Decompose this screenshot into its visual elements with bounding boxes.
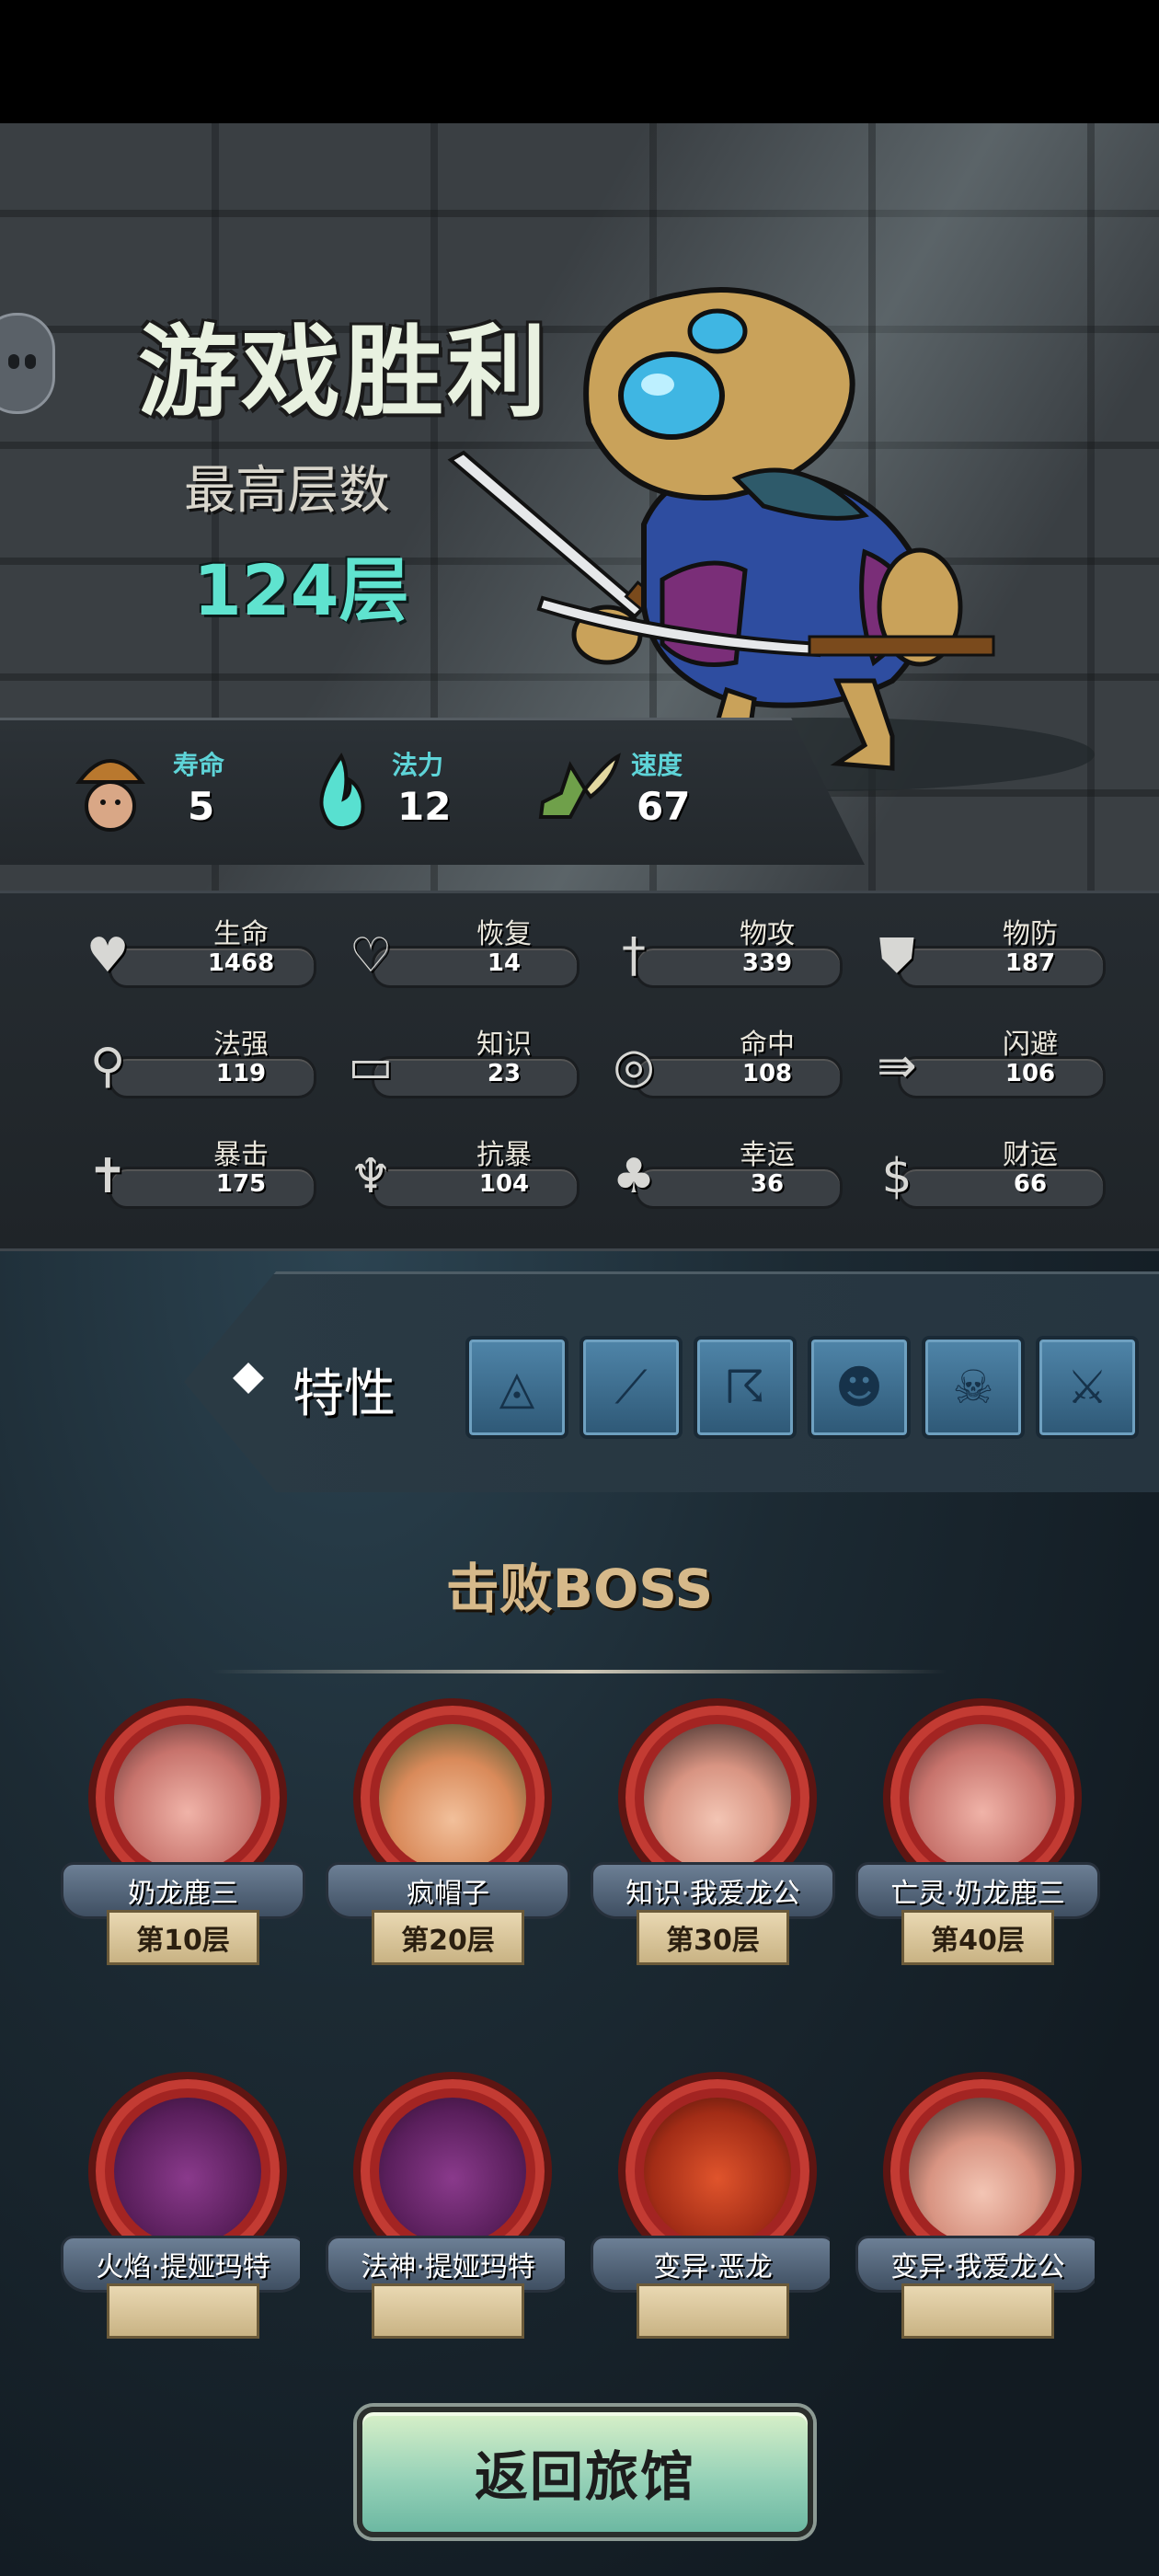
shell-shield-icon: ♆ <box>349 1149 393 1204</box>
stat-value: 119 <box>215 1060 267 1087</box>
boss-card[interactable]: 变异·恶龙 <box>591 2072 830 2339</box>
clover-icon: ♣ <box>612 1149 656 1204</box>
boss-card[interactable]: 亡灵·奶龙鹿三 第40层 <box>855 1698 1100 2039</box>
dodge-arrows-icon: ⇛ <box>877 1039 917 1094</box>
stat-label: 物防 <box>1003 918 1058 950</box>
mushroom-head-icon <box>75 759 145 832</box>
boss-portrait <box>909 1724 1056 1871</box>
boss-floor <box>901 2283 1054 2339</box>
max-floor-label: 最高层数 <box>184 461 390 521</box>
boss-card[interactable]: 火焰·提娅玛特 <box>61 2072 300 2339</box>
stat-label: 命中 <box>740 1029 795 1061</box>
rune-icon[interactable]: ◬ <box>465 1336 568 1439</box>
blade-icon[interactable]: ⟋ <box>580 1336 683 1439</box>
stat-hp: ♥ 生命 1468 <box>75 913 316 988</box>
stat-physical-attack: † 物攻 339 <box>602 913 843 988</box>
boss-portrait <box>909 2098 1056 2245</box>
heart-icon: ♥ <box>86 928 130 983</box>
speed-value: 67 <box>637 784 691 829</box>
status-bar <box>0 0 1159 123</box>
stat-crit-resist: ♆ 抗暴 104 <box>339 1133 580 1209</box>
stat-value: 339 <box>741 949 793 977</box>
lifespan-value: 5 <box>188 784 215 829</box>
stat-dodge: ⇛ 闪避 106 <box>865 1023 1106 1098</box>
stat-magic-power: ⚲ 法强 119 <box>75 1023 316 1098</box>
lifespan-label: 寿命 <box>173 750 225 780</box>
boss-floor <box>372 2283 524 2339</box>
stat-label: 恢复 <box>476 918 532 950</box>
stat-label: 法强 <box>213 1029 269 1061</box>
stat-value: 66 <box>1013 1170 1048 1198</box>
stat-value: 36 <box>750 1170 785 1198</box>
return-to-inn-button[interactable]: 返回旅馆 <box>357 2407 813 2537</box>
mana-value: 12 <box>397 784 452 829</box>
stat-label: 闪避 <box>1003 1029 1058 1061</box>
side-chat-icon[interactable] <box>0 313 55 414</box>
boss-portrait <box>379 1724 526 1871</box>
flame-icon <box>319 753 365 831</box>
traits-label: 特性 <box>293 1364 396 1424</box>
basic-stat-lifespan: 寿命 5 <box>74 736 258 846</box>
boss-floor: 第10层 <box>107 1910 259 1965</box>
heart-plus-icon: ♡ <box>349 928 393 983</box>
boss-card[interactable]: 法神·提娅玛特 <box>326 2072 565 2339</box>
boss-card[interactable]: 变异·我爱龙公 <box>855 2072 1095 2339</box>
boss-floor <box>637 2283 789 2339</box>
max-floor-value: 124层 <box>193 549 409 631</box>
stat-label: 抗暴 <box>476 1139 532 1171</box>
book-icon: ▭ <box>348 1039 394 1094</box>
boss-portrait <box>644 1724 791 1871</box>
boss-portrait <box>114 2098 261 2245</box>
boss-floor <box>107 2283 259 2339</box>
defeated-boss-title: 击败BOSS <box>445 1558 714 1620</box>
hero-character-illustration <box>447 287 1095 791</box>
boss-floor: 第40层 <box>901 1910 1054 1965</box>
stat-value: 14 <box>487 949 522 977</box>
stat-fortune: $ 财运 66 <box>865 1133 1106 1209</box>
target-icon: ◎ <box>613 1039 655 1094</box>
speed-label: 速度 <box>631 750 683 780</box>
stat-value: 175 <box>215 1170 267 1198</box>
stat-label: 幸运 <box>740 1139 795 1171</box>
boss-floor: 第20层 <box>372 1910 524 1965</box>
boss-portrait <box>114 1724 261 1871</box>
divider <box>212 1670 947 1673</box>
staff-icon: ⚲ <box>89 1039 126 1094</box>
mana-label: 法力 <box>392 750 444 780</box>
skull-icon[interactable]: ☠ <box>922 1336 1025 1439</box>
stat-value: 23 <box>487 1060 522 1087</box>
stat-regen: ♡ 恢复 14 <box>339 913 580 988</box>
stat-value: 106 <box>1004 1060 1056 1087</box>
basic-stat-speed: 速度 67 <box>534 736 717 846</box>
stat-label: 生命 <box>213 918 269 950</box>
stat-label: 暴击 <box>213 1139 269 1171</box>
stat-value: 1468 <box>207 949 275 977</box>
stat-value: 187 <box>1004 949 1056 977</box>
claw-icon[interactable]: ☈ <box>694 1336 797 1439</box>
boss-card[interactable]: 奶龙鹿三 第10层 <box>61 1698 305 2039</box>
coin-icon: $ <box>881 1149 912 1204</box>
stat-label: 财运 <box>1003 1139 1058 1171</box>
pumpkin-icon[interactable]: ☻ <box>808 1336 911 1439</box>
crit-blade-icon: ✝ <box>87 1149 128 1204</box>
armor-icon: ⛊ <box>878 927 915 983</box>
stat-luck: ♣ 幸运 36 <box>602 1133 843 1209</box>
stat-value: 108 <box>741 1060 793 1087</box>
stat-physical-defense: ⛊ 物防 187 <box>865 913 1106 988</box>
boss-portrait <box>644 2098 791 2245</box>
stat-critical: ✝ 暴击 175 <box>75 1133 316 1209</box>
stat-knowledge: ▭ 知识 23 <box>339 1023 580 1098</box>
stat-accuracy: ◎ 命中 108 <box>602 1023 843 1098</box>
winged-boot-icon <box>538 753 621 819</box>
crossed-guns-icon[interactable]: ⚔ <box>1036 1336 1139 1439</box>
boss-card[interactable]: 疯帽子 第20层 <box>326 1698 570 2039</box>
stat-value: 104 <box>478 1170 530 1198</box>
sword-icon: † <box>622 928 646 983</box>
boss-portrait <box>379 2098 526 2245</box>
stat-label: 知识 <box>476 1029 532 1061</box>
basic-stat-mana: 法力 12 <box>309 736 493 846</box>
boss-floor: 第30层 <box>637 1910 789 1965</box>
boss-card[interactable]: 知识·我爱龙公 第30层 <box>591 1698 835 2039</box>
stat-label: 物攻 <box>740 918 795 950</box>
